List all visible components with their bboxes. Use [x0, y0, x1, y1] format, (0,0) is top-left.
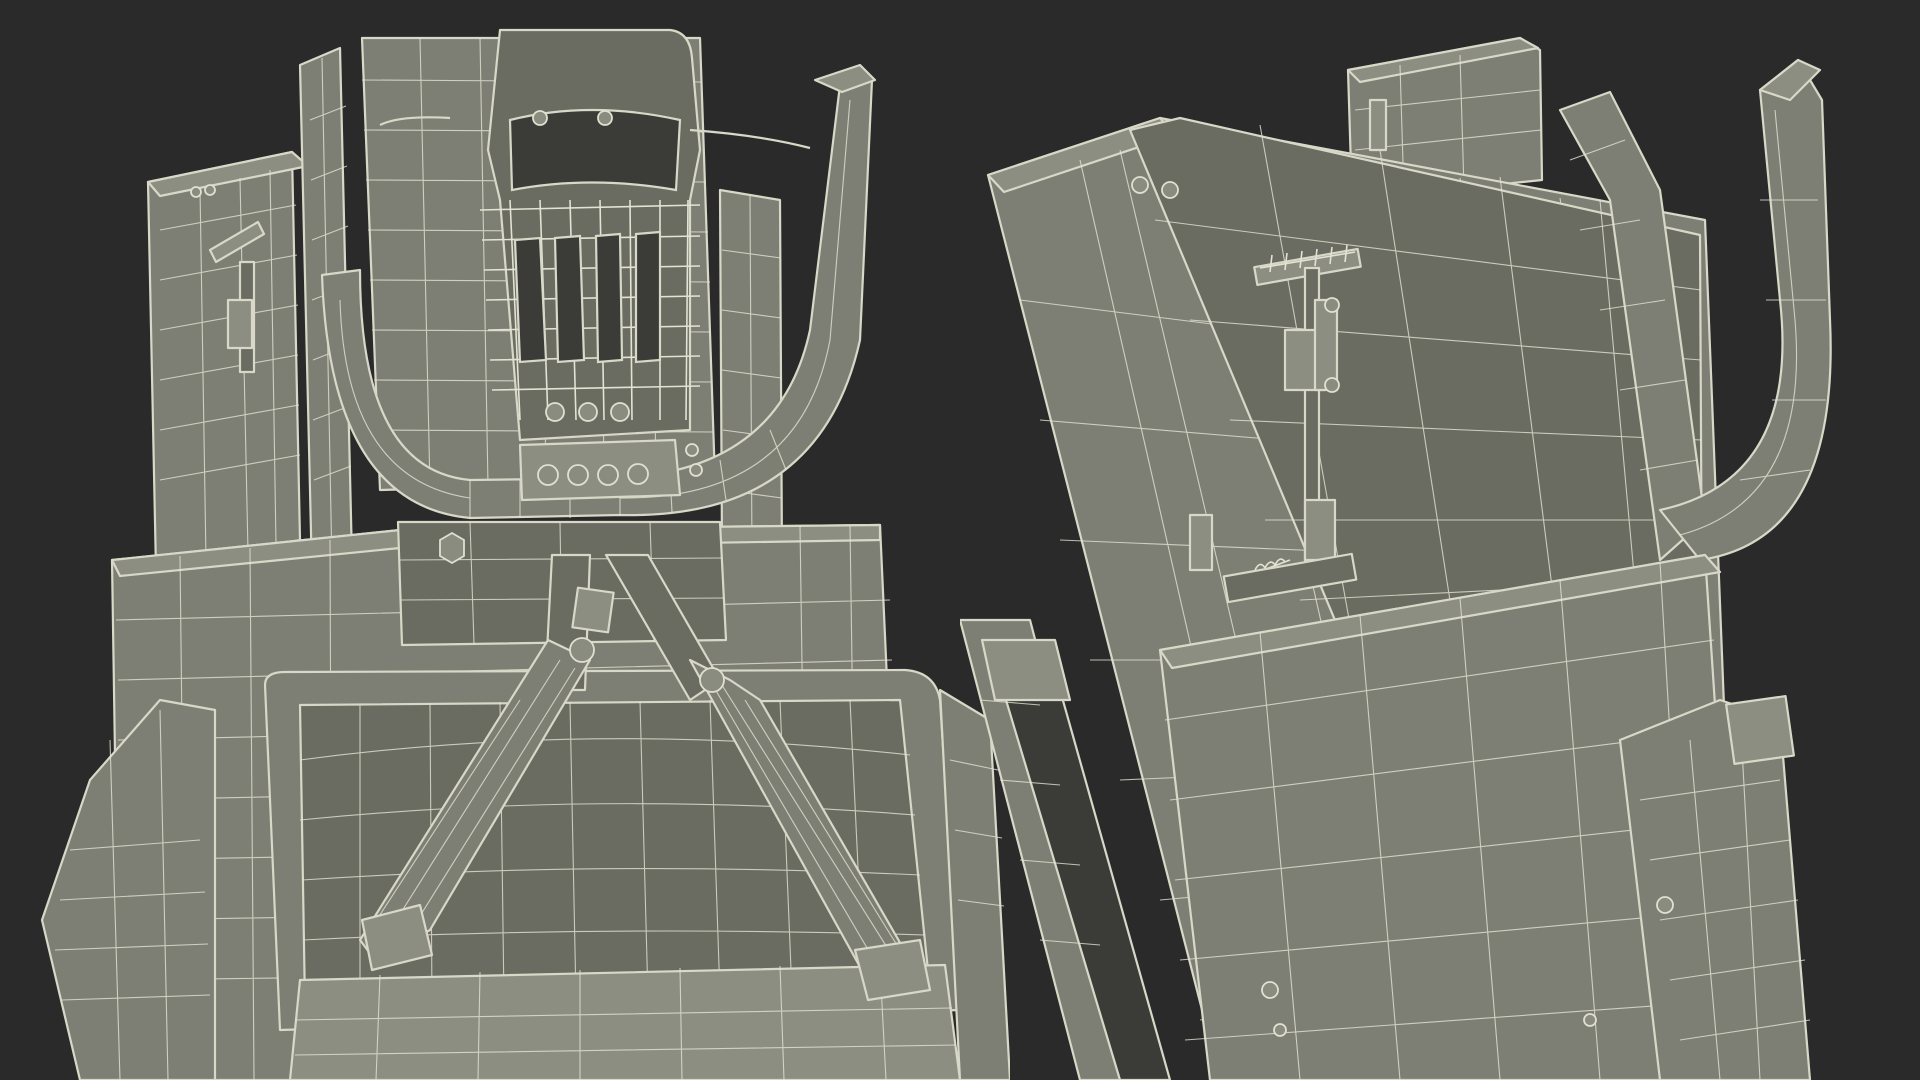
render-canvas: [0, 0, 1920, 1080]
front-view-render: [40, 28, 1010, 1080]
back-view: [960, 0, 1920, 1080]
seat-pan: [288, 963, 962, 1080]
left-side-pouch: [40, 698, 217, 1080]
hex-bolt: [439, 531, 465, 565]
left-side-panel: [146, 150, 310, 572]
right-side-panel: [718, 188, 784, 562]
front-view: [0, 0, 1010, 1080]
back-view-render: [960, 36, 1832, 1080]
handle-crossbar: [518, 438, 703, 502]
